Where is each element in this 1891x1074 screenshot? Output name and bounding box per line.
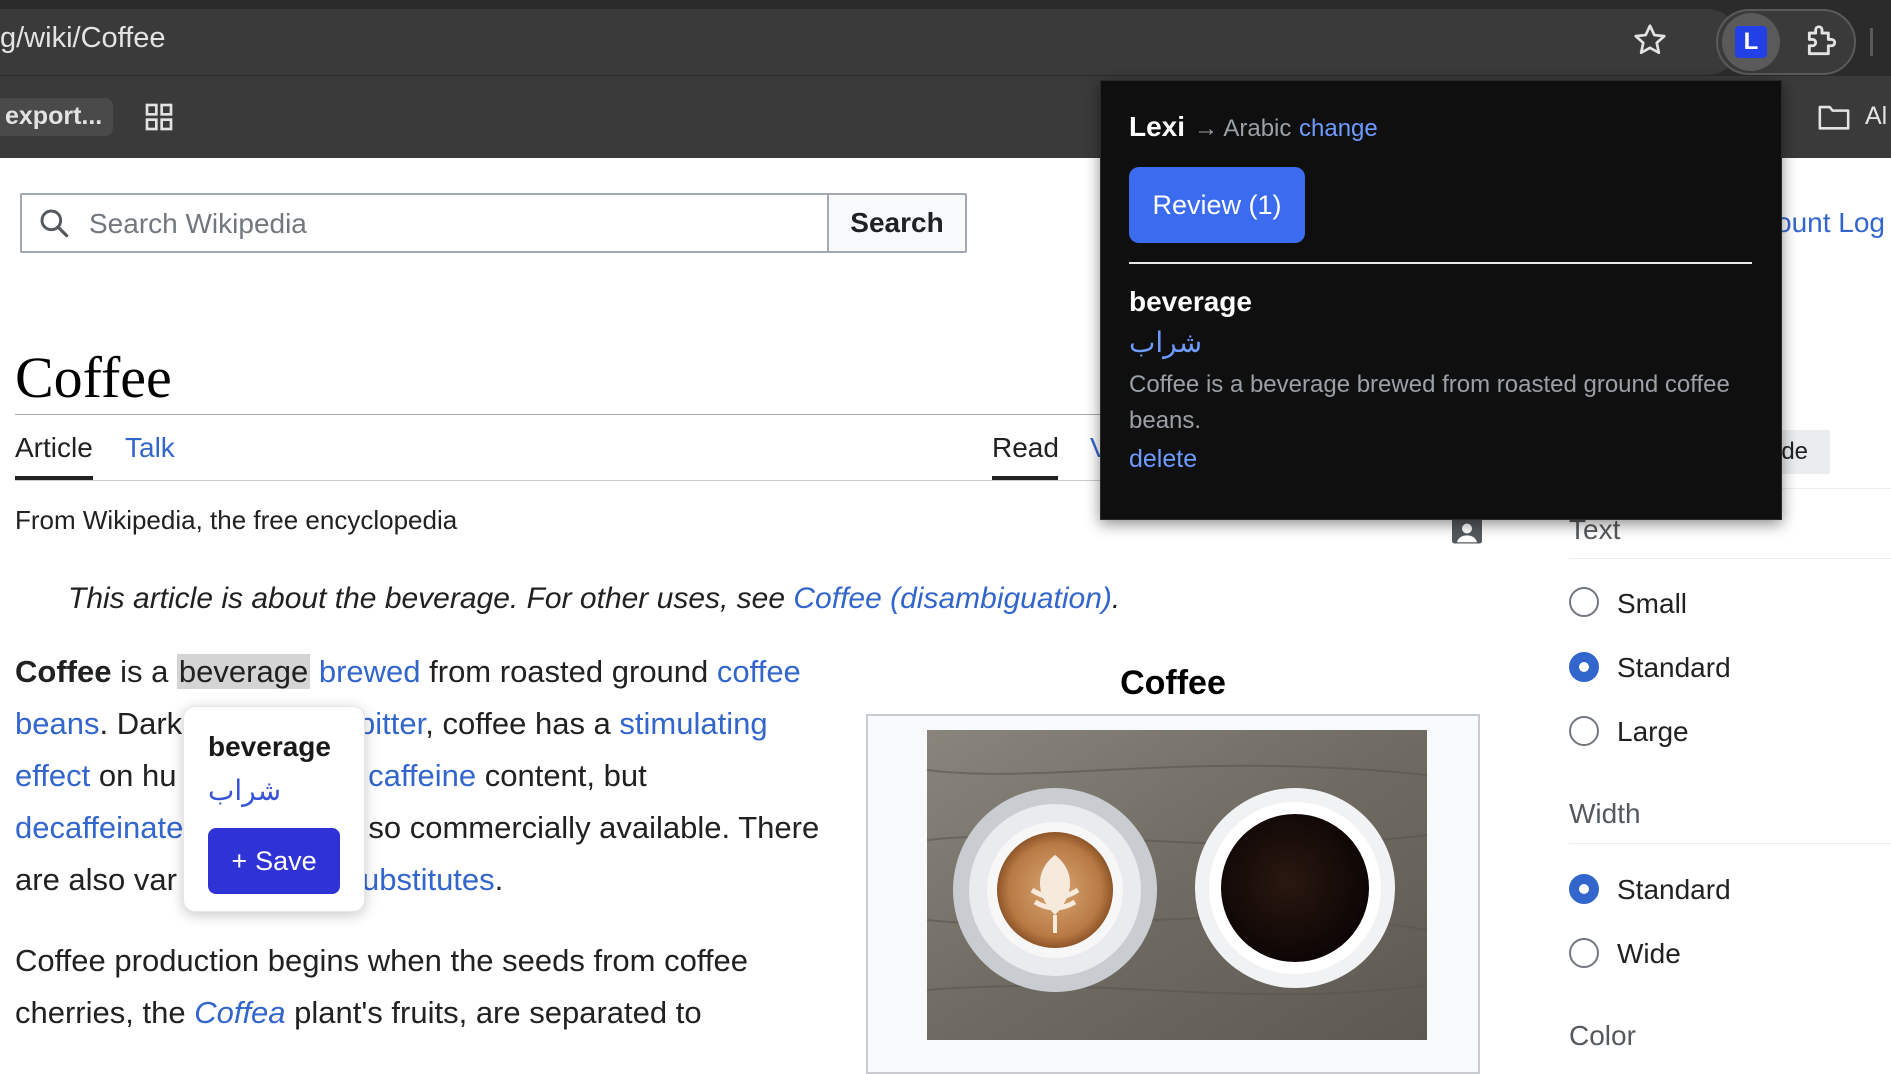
hatnote-suffix: . <box>1111 582 1121 615</box>
folder-icon[interactable] <box>1817 102 1851 132</box>
width-standard-label[interactable]: Standard <box>1617 874 1731 906</box>
text-run: , coffee has a <box>425 706 620 741</box>
text-run: . <box>494 862 504 897</box>
tagline: From Wikipedia, the free encyclopedia <box>15 505 458 535</box>
tooltip-word: beverage <box>208 731 331 762</box>
bold-term: Coffee <box>15 654 112 689</box>
text-line: Coffee production begins when the seeds … <box>15 943 748 978</box>
link-decaffeinated[interactable]: decaffeinate <box>15 810 183 845</box>
text-run: . Dark <box>99 706 183 741</box>
width-standard-radio[interactable] <box>1569 874 1599 904</box>
text-run: cherries, the <box>15 995 195 1030</box>
bookmark-star-icon[interactable] <box>1632 22 1668 58</box>
text-line: beans. Darkd bitter, coffee has a stimul… <box>15 698 845 750</box>
toolbar-separator <box>1870 28 1873 56</box>
plus-icon: + <box>231 845 248 876</box>
target-language: → Arabic <box>1194 115 1292 142</box>
lexi-app-name: Lexi <box>1129 111 1186 142</box>
text-standard-radio[interactable] <box>1569 652 1599 682</box>
popup-divider <box>1129 262 1752 264</box>
text-run <box>310 654 319 689</box>
text-line: Coffee is a beverage brewed from roasted… <box>15 646 845 698</box>
all-bookmarks-label[interactable]: Al <box>1865 102 1887 131</box>
link-coffee[interactable]: coffee <box>717 654 801 689</box>
hatnote-text: This article is about the beverage. For … <box>68 582 794 615</box>
delete-word-link[interactable]: delete <box>1129 445 1197 474</box>
tab-article[interactable]: Article <box>15 432 93 464</box>
tab-talk[interactable]: Talk <box>125 432 175 464</box>
link-bitter[interactable]: bitter <box>358 706 425 741</box>
panel-divider <box>1569 558 1891 559</box>
text-run: on hu <box>90 758 177 793</box>
text-standard-label[interactable]: Standard <box>1617 652 1731 684</box>
save-word-button[interactable]: + Save <box>208 828 340 894</box>
text-line: cherries, the Coffea plant's fruits, are… <box>15 987 845 1039</box>
text-run: content, but <box>476 758 647 793</box>
hatnote: This article is about the beverage. For … <box>68 582 1120 616</box>
text-run: so commercially available. There <box>368 810 820 845</box>
bookmark-export-label[interactable]: export... <box>5 102 102 131</box>
width-wide-label[interactable]: Wide <box>1617 938 1681 970</box>
change-language-link[interactable]: change <box>1299 115 1378 143</box>
text-run: from roasted ground <box>420 654 717 689</box>
text-small-radio[interactable] <box>1569 587 1599 617</box>
url-text[interactable]: g/wiki/Coffee <box>0 22 166 55</box>
title-divider <box>15 414 1115 415</box>
coffee-cups-illustration <box>927 730 1427 1040</box>
save-label: Save <box>255 845 317 876</box>
second-paragraph: Coffee production begins when the seeds … <box>15 935 845 1039</box>
text-run: plant's fruits, are separated to <box>285 995 702 1030</box>
link-caffeine[interactable]: caffeine <box>368 758 476 793</box>
text-line: effect on huits caffeine content, but <box>15 750 845 802</box>
link-beans[interactable]: beans <box>15 706 99 741</box>
search-icon <box>40 209 69 238</box>
color-heading: Color <box>1569 1020 1636 1051</box>
search-placeholder[interactable]: Search Wikipedia <box>89 208 307 240</box>
text-large-label[interactable]: Large <box>1617 716 1689 748</box>
lead-paragraph: Coffee is a beverage brewed from roasted… <box>15 646 845 906</box>
disambiguation-link[interactable]: Coffee (disambiguation) <box>793 582 1112 615</box>
apps-grid-icon[interactable] <box>143 101 175 133</box>
link-stimulating[interactable]: stimulating <box>619 706 767 741</box>
account-links[interactable]: ount Log <box>1776 207 1885 239</box>
saved-word-context: Coffee is a beverage brewed from roasted… <box>1129 371 1730 434</box>
link-coffea[interactable]: Coffea <box>194 995 285 1030</box>
link-substitutes[interactable]: ubstitutes <box>362 862 495 897</box>
link-effect[interactable]: effect <box>15 758 90 793</box>
browser-titlebar <box>0 0 1891 8</box>
lexi-extension-icon[interactable]: L <box>1735 26 1767 58</box>
tooltip-translation: شراب <box>208 775 282 806</box>
text-line: decaffeinate so commercially available. T… <box>15 802 845 854</box>
user-profile-icon[interactable] <box>1452 518 1482 544</box>
width-heading: Width <box>1569 798 1641 829</box>
text-line: are also var ubstitutes. <box>15 854 845 906</box>
text-large-radio[interactable] <box>1569 716 1599 746</box>
address-bar[interactable] <box>0 9 1740 75</box>
saved-word-translation: شراب <box>1129 327 1203 358</box>
tab-read[interactable]: Read <box>992 432 1059 464</box>
text-run: is a <box>111 654 177 689</box>
width-wide-radio[interactable] <box>1569 938 1599 968</box>
text-run: are also var <box>15 862 177 897</box>
saved-word: beverage <box>1129 286 1252 317</box>
coffee-cups-image[interactable] <box>927 730 1427 1040</box>
highlighted-word[interactable]: beverage <box>176 654 311 689</box>
link-brewed[interactable]: brewed <box>319 654 421 689</box>
page-title: Coffee <box>15 345 172 410</box>
panel-divider <box>1569 843 1891 844</box>
extensions-puzzle-icon[interactable] <box>1803 22 1841 60</box>
review-button[interactable]: Review (1) <box>1129 167 1305 243</box>
infobox-title: Coffee <box>1120 664 1226 702</box>
text-small-label[interactable]: Small <box>1617 588 1687 620</box>
search-button[interactable]: Search <box>827 193 967 253</box>
